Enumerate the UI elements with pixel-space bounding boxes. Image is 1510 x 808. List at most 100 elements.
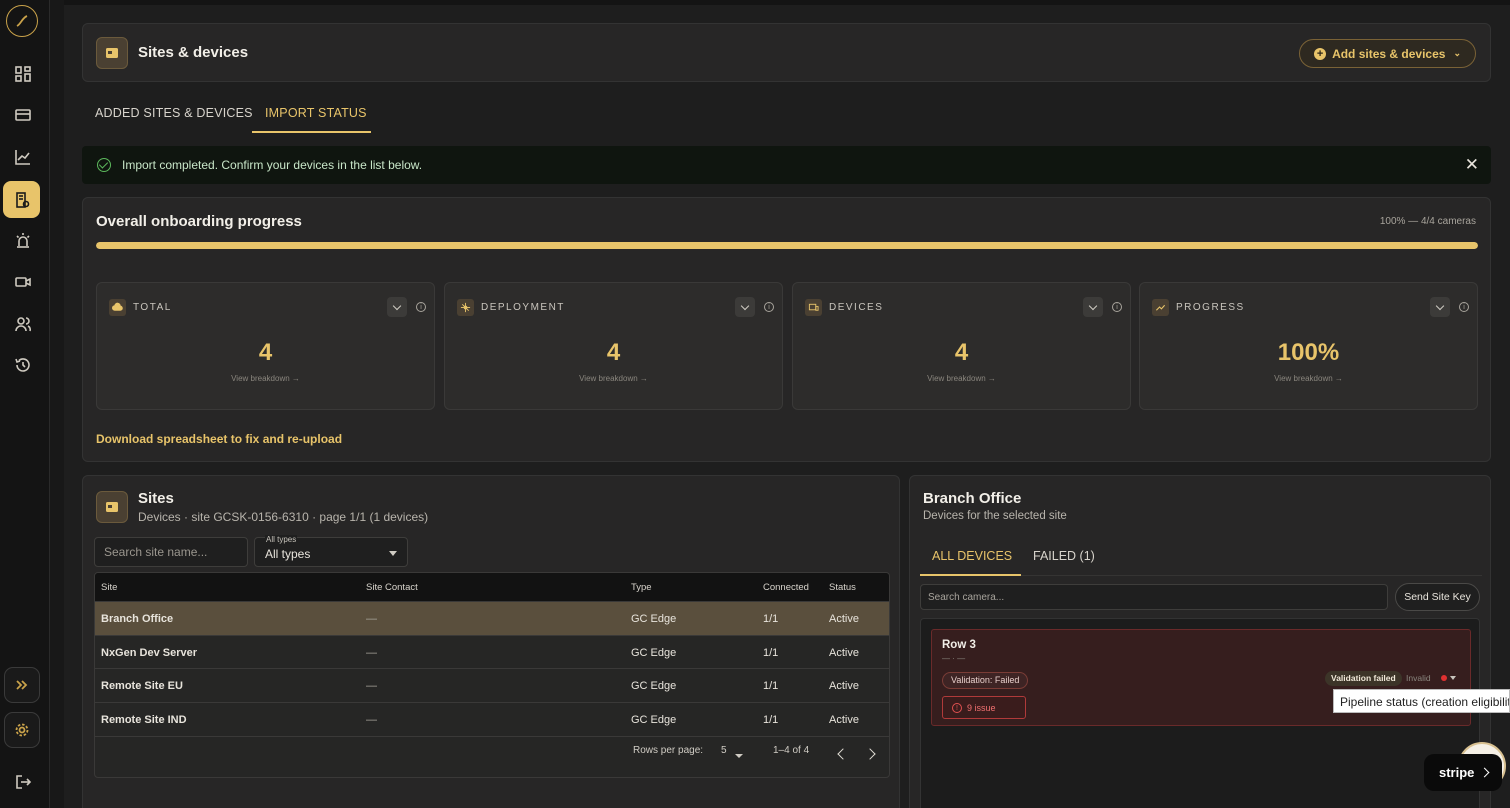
stat-value: 4 [258,339,273,366]
site-search-input[interactable] [94,537,248,567]
chevron-down-icon[interactable] [1083,297,1103,317]
cell-type: GC Edge [631,714,677,726]
col-type[interactable]: Type [631,582,652,593]
table-row[interactable]: NxGen Dev Server — GC Edge 1/1 Active [95,635,889,669]
stat-card-progress: PROGRESS i 100% View breakdown → [1139,282,1478,410]
chevron-down-icon[interactable] [1430,297,1450,317]
alarm-siren-icon[interactable] [9,227,37,255]
stat-label: DEPLOYMENT [481,302,565,313]
sites-icon [96,491,128,523]
info-icon[interactable]: i [416,302,426,312]
view-breakdown-link[interactable]: View breakdown → [793,374,1130,383]
progress-bar-fill [96,242,1478,249]
sites-building-icon[interactable] [3,181,40,218]
type-filter-value: All types [265,547,311,561]
camera-search-input[interactable] [920,584,1388,610]
view-breakdown-link[interactable]: View breakdown → [97,374,434,383]
device-title: Row 3 [942,639,976,651]
cell-connected: 1/1 [763,714,779,726]
sites-title: Sites [138,490,174,507]
cell-type: GC Edge [631,647,677,659]
onboarding-progress-card: Overall onboarding progress 100% — 4/4 c… [82,197,1491,462]
stripe-button[interactable]: stripe [1424,754,1502,791]
sites-subtitle: Devices · site GCSK-0156-6310 · page 1/1… [138,510,429,524]
download-spreadsheet-link[interactable]: Download spreadsheet to fix and re-uploa… [96,432,342,446]
table-row[interactable]: Remote Site EU — GC Edge 1/1 Active [95,668,889,702]
caret-down-icon [389,551,397,556]
cell-contact: — [366,714,377,726]
add-sites-devices-button[interactable]: + Add sites & devices ⌄ [1299,39,1476,68]
tab-import-status[interactable]: IMPORT STATUS [265,106,367,120]
chevron-down-icon[interactable] [387,297,407,317]
expand-sidebar-icon[interactable] [4,667,40,703]
send-site-key-button[interactable]: Send Site Key [1395,583,1480,611]
pipeline-status-badge[interactable]: Validation failed [1325,671,1402,686]
trending-up-icon [1152,299,1169,316]
add-button-label: Add sites & devices [1332,46,1446,61]
pipeline-status-text: Invalid [1406,673,1431,683]
billing-card-icon[interactable] [9,101,37,129]
col-site-contact[interactable]: Site Contact [366,582,418,593]
progress-title: Overall onboarding progress [96,213,302,230]
cell-status: Active [829,714,859,726]
device-list: Row 3 — · — Validation: Failed ! 9 issue… [920,618,1480,808]
branch-title: Branch Office [923,490,1022,507]
settings-gear-icon[interactable] [4,712,40,748]
tab-all-devices[interactable]: ALL DEVICES [932,549,1012,563]
table-row[interactable]: Branch Office — GC Edge 1/1 Active [95,601,889,635]
view-breakdown-link[interactable]: View breakdown → [445,374,782,383]
cell-site: Remote Site IND [101,714,187,726]
devices-icon [805,299,822,316]
check-circle-icon [97,158,111,172]
content-gutter [50,0,64,808]
col-site[interactable]: Site [101,582,117,593]
table-footer [95,736,889,777]
info-icon[interactable]: i [764,302,774,312]
sites-table: Site Site Contact Type Connected Status … [94,572,890,778]
stat-label: DEVICES [829,302,884,313]
table-row[interactable]: Remote Site IND — GC Edge 1/1 Active [95,702,889,736]
users-icon[interactable] [9,310,37,338]
camera-video-icon[interactable] [9,268,37,296]
tab-failed[interactable]: FAILED (1) [1033,549,1095,563]
close-icon[interactable]: ✕ [1465,155,1479,175]
brand-logo[interactable] [6,5,38,37]
page-title: Sites & devices [138,44,249,61]
analytics-chart-icon[interactable] [9,143,37,171]
cloud-upload-icon [109,299,126,316]
alert-message: Import completed. Confirm your devices i… [122,158,423,172]
cell-contact: — [366,613,377,625]
caret-down-icon [735,754,743,758]
stat-label: TOTAL [133,302,172,313]
active-tab-indicator [252,131,371,133]
issues-button[interactable]: ! 9 issue [942,696,1026,719]
sites-card: Sites Devices · site GCSK-0156-6310 · pa… [82,475,900,808]
branch-office-card: Branch Office Devices for the selected s… [909,475,1491,808]
col-status[interactable]: Status [829,582,856,593]
sidebar [0,0,50,808]
cell-connected: 1/1 [763,613,779,625]
rows-per-page-select[interactable]: 5 [721,745,727,756]
type-filter-label: All types [265,535,298,544]
info-icon[interactable]: i [1459,302,1469,312]
chevron-down-icon[interactable] [735,297,755,317]
alert-circle-icon: ! [952,703,962,713]
cell-status: Active [829,613,859,625]
info-icon[interactable]: i [1112,302,1122,312]
progress-meta: 100% — 4/4 cameras [1379,216,1476,227]
table-header: Site Site Contact Type Connected Status [95,573,889,601]
view-breakdown-link[interactable]: View breakdown → [1140,374,1477,383]
top-strip [64,0,1510,5]
dashboard-icon[interactable] [9,60,37,88]
history-icon[interactable] [9,351,37,379]
caret-down-icon[interactable] [1450,676,1456,680]
col-connected[interactable]: Connected [763,582,809,593]
stat-card-total: TOTAL i 4 View breakdown → [96,282,435,410]
type-filter-select[interactable]: All types All types [254,535,408,567]
stat-value: 4 [606,339,621,366]
tab-added-sites-devices[interactable]: ADDED SITES & DEVICES [95,106,253,120]
active-tab-indicator [920,574,1021,576]
cell-site: Branch Office [101,613,174,625]
sites-devices-icon [96,37,128,69]
logout-icon[interactable] [9,768,37,796]
